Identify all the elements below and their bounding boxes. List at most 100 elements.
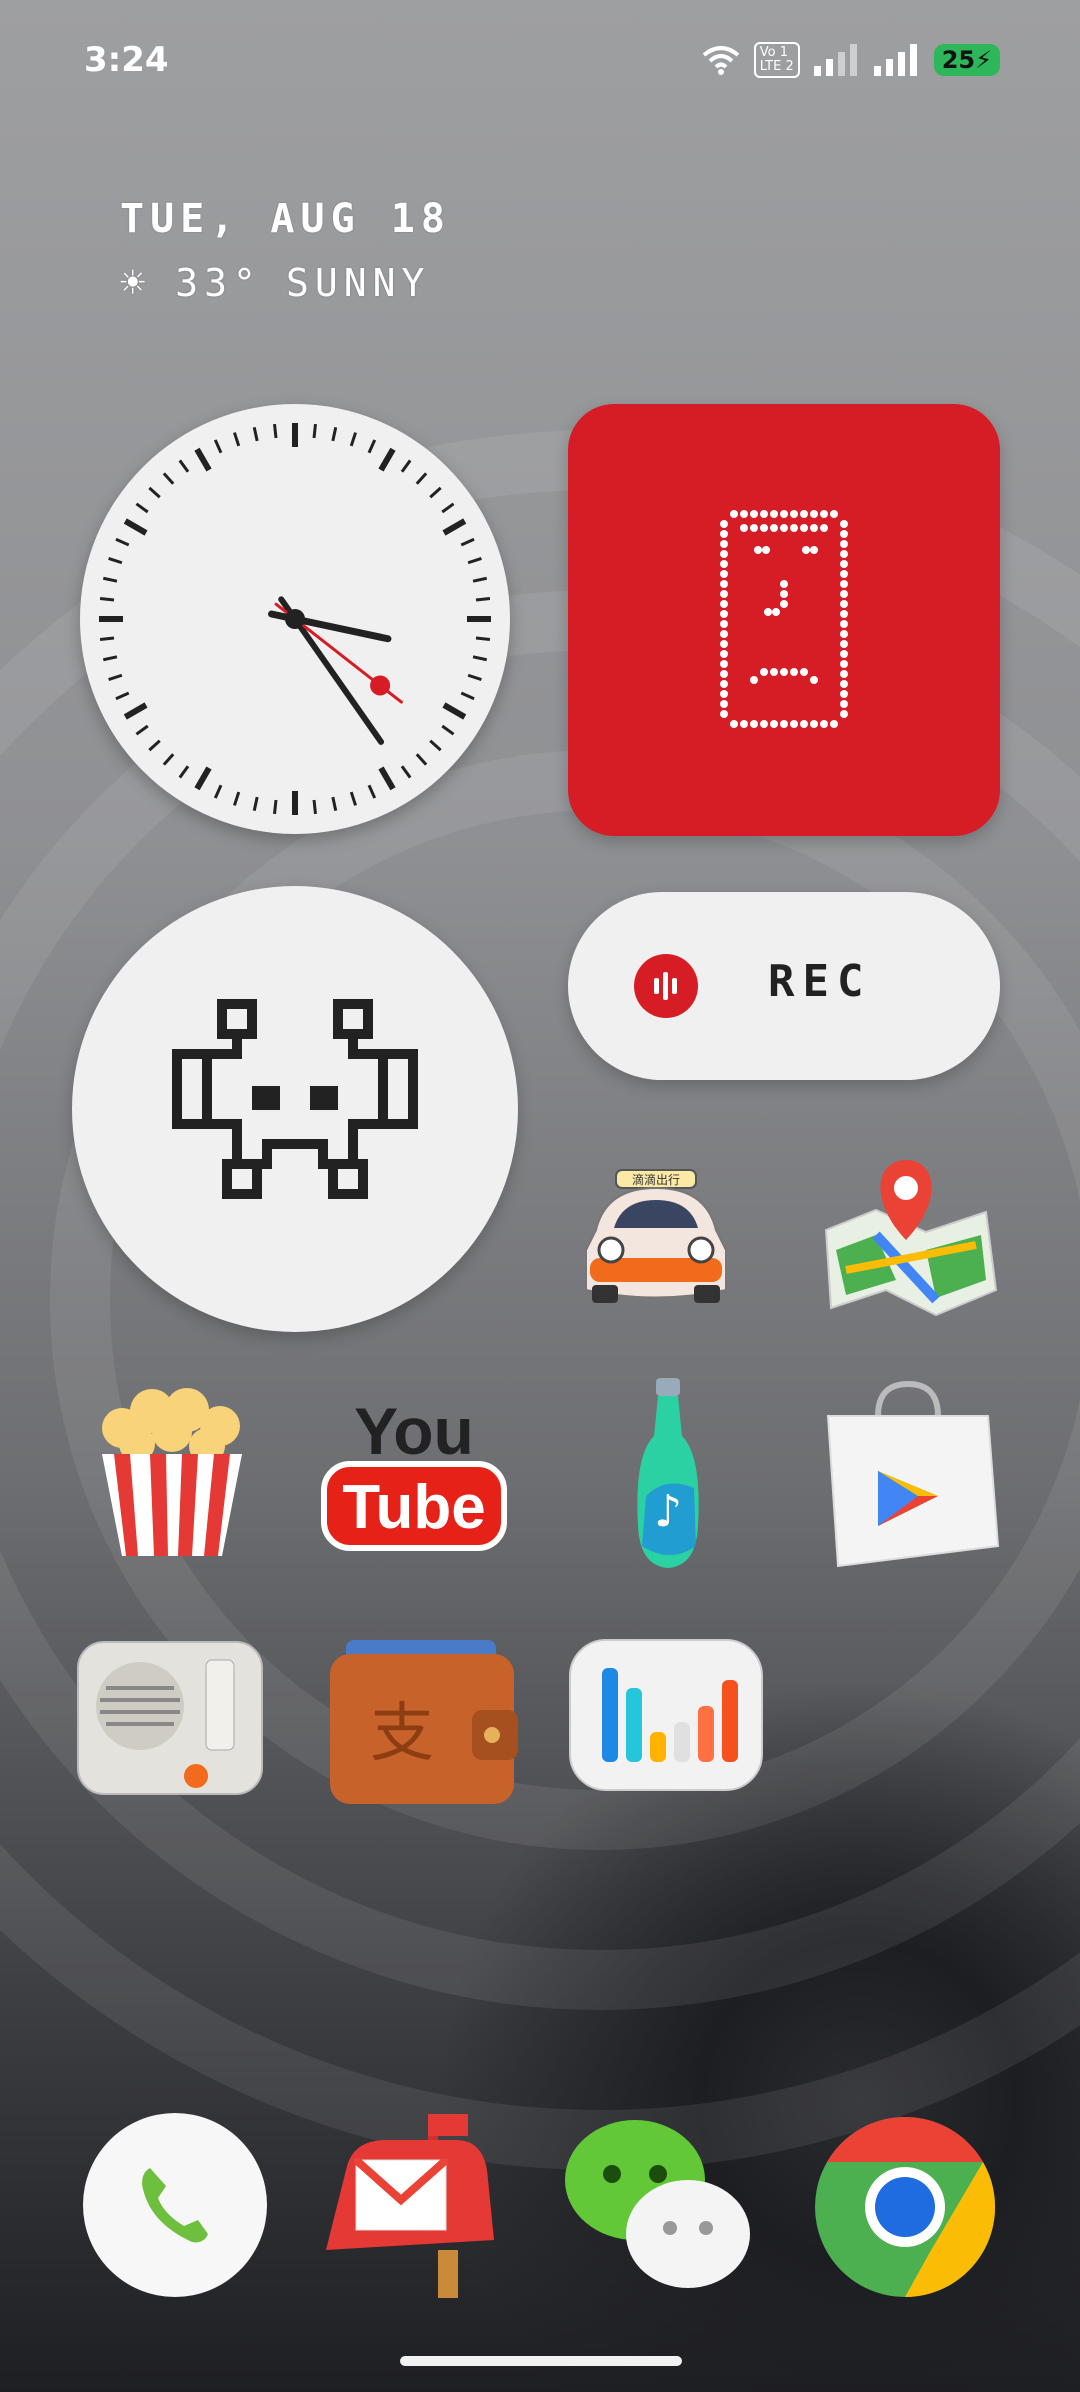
face-dot [764,608,772,616]
face-dot [720,530,728,538]
face-dot [840,630,848,638]
clock-tick [400,459,412,473]
face-dot [810,546,818,554]
face-dot [730,720,738,728]
clock-tick [441,724,455,736]
clock-tick [472,655,488,662]
record-label: REC [768,956,872,1007]
signal-sim2-icon [873,44,917,76]
analog-clock-widget[interactable] [80,404,510,834]
wallet-icon[interactable]: 支 [322,1620,522,1820]
face-dot [840,710,848,718]
face-dot [780,590,788,598]
weather-condition-text: SUNNY [285,260,431,305]
clock-tick [378,447,396,472]
face-dot [720,640,728,648]
face-dot [720,620,728,628]
radio-icon[interactable] [70,1618,270,1818]
record-button[interactable] [634,954,698,1018]
clock-tick [475,636,491,641]
wifi-icon [702,46,739,75]
face-dot [730,510,738,518]
chrome-icon[interactable] [810,2112,1000,2302]
space-invader-icon [172,999,418,1199]
face-dot [770,720,778,728]
face-dot [740,720,748,728]
waveform-icon [654,972,677,1000]
taxi-app-icon[interactable]: 滴滴出行 [556,1140,756,1340]
youtube-icon[interactable]: You Tube [314,1376,514,1576]
gmail-mailbox-icon[interactable] [316,2100,506,2298]
face-dot [740,524,748,532]
face-widget[interactable] [568,404,1000,836]
taxi-sign-text: 滴滴出行 [632,1172,680,1187]
music-bottle-icon[interactable]: ♪ [566,1376,766,1576]
face-dot [750,510,758,518]
face-dot [720,570,728,578]
face-dot [840,700,848,708]
signal-sim1-icon [813,44,857,76]
face-dot [772,608,780,616]
face-dot [720,700,728,708]
sun-icon: ☀ [120,258,152,307]
face-dot [720,650,728,658]
wechat-icon[interactable] [560,2112,750,2302]
face-dot [720,580,728,588]
battery-indicator: 25⚡ [933,44,1000,76]
voice-recorder-widget[interactable]: REC [568,892,1000,1080]
face-dot [790,524,798,532]
date-weather-widget[interactable]: TUE, AUG 18 ☀ 33° SUNNY [120,196,451,307]
stats-icon[interactable] [566,1636,766,1836]
face-dot [780,668,788,676]
clock-tick [467,557,482,565]
face-dot [840,660,848,668]
face-dot [840,610,848,618]
face-dot [770,524,778,532]
play-store-icon[interactable] [808,1376,1008,1576]
face-dot [810,720,818,728]
face-dot [790,720,798,728]
pixel-alien-widget[interactable] [72,886,518,1332]
clock-tick [331,796,338,812]
clock-tick [442,518,467,536]
face-dot [780,720,788,728]
face-dot [770,668,778,676]
svg-text:♪: ♪ [654,1486,682,1537]
clock-tick [99,597,115,602]
clock-tick [252,426,259,442]
clock-tick [367,439,377,454]
home-gesture-bar[interactable] [400,2356,682,2366]
clock-hub [285,609,305,629]
popcorn-app-icon[interactable] [72,1366,272,1566]
face-dot [750,720,758,728]
clock-tick [194,447,212,472]
face-dot [820,524,828,532]
clock-tick [467,673,482,681]
face-dot [830,510,838,518]
face-dot [840,650,848,658]
dotted-face-icon [720,510,848,728]
face-dot [750,676,758,684]
clock-tick [460,537,475,547]
clock-tick [312,423,317,439]
face-dot [810,510,818,518]
maps-icon[interactable] [806,1140,1006,1340]
face-dot [720,660,728,668]
face-dot [720,680,728,688]
face-dot [840,670,848,678]
clock-tick [415,753,428,766]
clock-tick [213,784,223,799]
face-dot [800,668,808,676]
face-dot [760,510,768,518]
face-dot [840,680,848,688]
phone-icon[interactable] [80,2110,270,2300]
clock-tick [123,702,148,720]
face-dot [840,580,848,588]
face-dot [810,524,818,532]
face-dot [810,676,818,684]
clock-tick [378,766,396,791]
face-dot [840,540,848,548]
face-dot [760,720,768,728]
clock-tick [99,636,115,641]
clock-tick [472,576,488,583]
